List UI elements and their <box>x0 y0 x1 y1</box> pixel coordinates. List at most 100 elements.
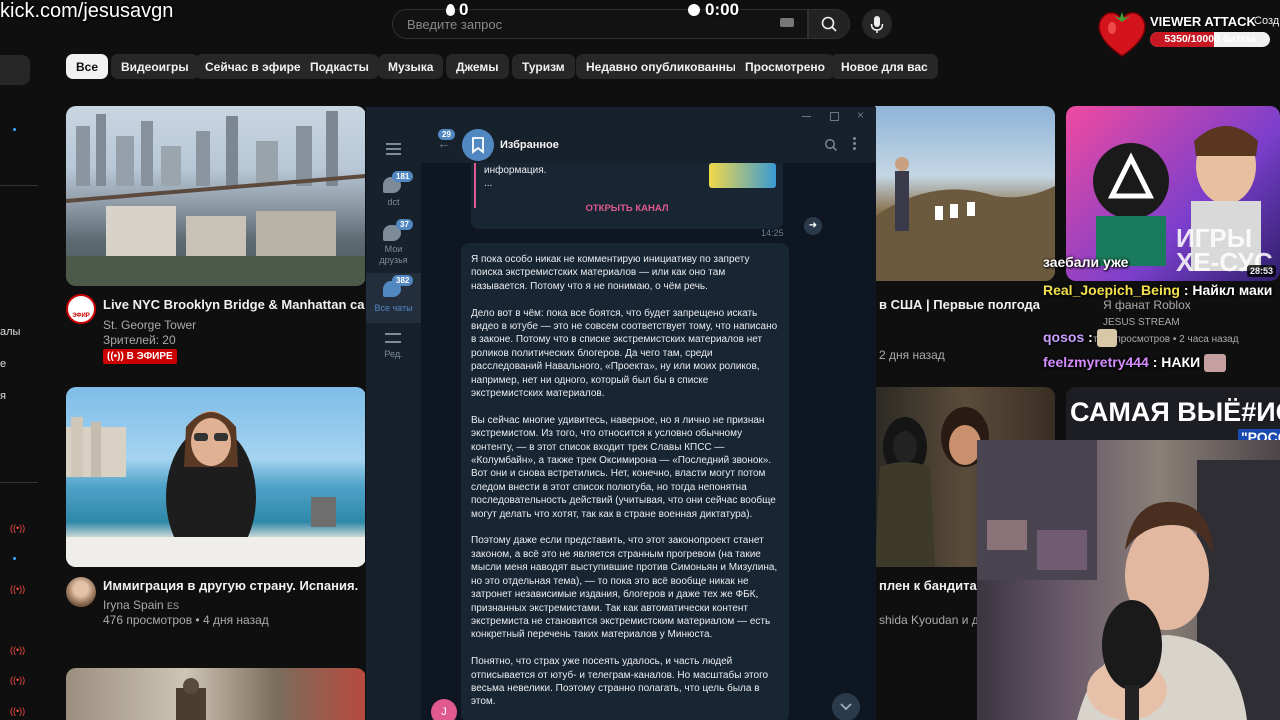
video-channel[interactable]: Iryna Spain ES <box>103 598 179 612</box>
chat-message-text: : <box>1088 329 1093 345</box>
message-text: информация. <box>484 165 547 176</box>
saved-messages-avatar[interactable] <box>462 129 494 161</box>
message-paragraph: Поэтому даже если представить, что этот … <box>471 535 778 641</box>
folder-friends[interactable]: 37 Мои друзья <box>366 219 421 275</box>
unread-badge: 29 <box>438 129 455 140</box>
keyboard-icon[interactable] <box>780 18 794 27</box>
close-icon[interactable]: × <box>857 108 864 122</box>
message-paragraph: Вы сейчас многие удивитесь, наверное, но… <box>471 414 776 520</box>
nyc-skyline-image <box>66 111 366 286</box>
live-badge: ((•)) В ЭФИРЕ <box>103 349 177 364</box>
drop-icon <box>446 4 455 16</box>
minimize-icon[interactable] <box>802 116 811 117</box>
channel-name[interactable]: JESUS STREAM <box>1103 317 1180 328</box>
sidebar-label-partial[interactable]: алы <box>0 326 20 338</box>
duration-badge: 28:53 <box>1246 265 1276 277</box>
chip-3[interactable]: Подкасты <box>300 54 379 79</box>
sliders-icon <box>385 333 401 343</box>
video-channel[interactable]: St. George Tower <box>103 318 196 332</box>
open-channel-button[interactable]: ОТКРЫТЬ КАНАЛ <box>471 203 783 214</box>
folder-label: Все чаты <box>374 303 413 313</box>
folder-label: dct <box>387 197 400 207</box>
folder-badge: 37 <box>396 219 413 230</box>
stream-chat-message: заебали уже <box>1043 254 1128 270</box>
live-indicator-icon: ((•)) <box>10 584 26 594</box>
telegram-window: × 181 dct 37 Мои друзья 382 Все чаты Ред… <box>365 106 876 720</box>
folder-badge: 382 <box>392 275 414 286</box>
search-button[interactable] <box>808 9 850 39</box>
video-title[interactable]: в США | Первые полгода <box>879 297 1040 312</box>
news-thumb-text: САМАЯ ВЫЁ#ИСТА <box>1070 397 1280 427</box>
chip-2[interactable]: Сейчас в эфире <box>195 54 311 79</box>
video-thumbnail-statue[interactable] <box>66 668 366 720</box>
channel-name: Iryna Spain <box>103 598 164 612</box>
chip-6[interactable]: Туризм <box>512 54 575 79</box>
live-indicator-icon: ((•)) <box>10 523 26 533</box>
video-title[interactable]: Иммиграция в другую страну. Испания. <box>103 578 358 593</box>
video-thumbnail-news[interactable]: САМАЯ ВЫЁ#ИСТА "РОСС <box>1066 387 1280 447</box>
voice-search-button[interactable] <box>862 9 892 39</box>
chip-8[interactable]: Просмотрено <box>735 54 836 79</box>
viewer-attack-progress-text: 5350/10000 битсы <box>1164 33 1256 45</box>
folders-sidebar: 181 dct 37 Мои друзья 382 Все чаты Ред. <box>366 127 421 720</box>
preview-image <box>709 163 776 188</box>
sidebar-dot <box>13 557 16 560</box>
video-thumbnail-nyc[interactable] <box>66 106 366 286</box>
chip-4[interactable]: Музыка <box>378 54 444 79</box>
chip-0[interactable]: Все <box>66 54 109 79</box>
folder-label: Ред. <box>384 349 403 359</box>
folder-label: Мои друзья <box>379 244 408 265</box>
chat-header: ← 29 Избранное <box>421 127 876 163</box>
sidebar-label-partial[interactable]: е <box>0 358 6 370</box>
sender-avatar[interactable]: J <box>431 699 457 720</box>
chip-7[interactable]: Недавно опубликованные <box>576 54 753 79</box>
folder-badge: 181 <box>392 171 414 182</box>
channel-suffix: ES <box>167 601 180 611</box>
timer-overlay: 0:00 <box>688 0 739 20</box>
stream-chat-message: qosos : <box>1043 329 1117 348</box>
menu-icon[interactable] <box>386 143 401 155</box>
message-accent-bar <box>474 163 476 208</box>
chevron-down-icon <box>840 703 852 711</box>
bookmark-icon <box>472 137 484 154</box>
video-thumbnail-spain[interactable] <box>66 387 366 567</box>
folder-edit[interactable]: Ред. <box>366 329 421 369</box>
sidebar-divider <box>0 185 38 186</box>
chat-username: Real_Joepich_Being <box>1043 282 1180 298</box>
chip-5[interactable]: Джемы <box>446 54 509 79</box>
streamer-image <box>977 440 1280 720</box>
viewer-attack-widget: VIEWER ATTACK 5350/10000 битсы <box>1094 8 1270 58</box>
sidebar-divider <box>0 482 38 483</box>
maximize-icon[interactable] <box>830 112 839 121</box>
video-thumbnail-hollywood[interactable] <box>875 106 1055 281</box>
emote-icon <box>1204 354 1227 373</box>
chip-9[interactable]: Новое для вас <box>831 54 938 79</box>
scroll-down-button[interactable] <box>832 693 860 720</box>
sidebar-label-partial[interactable]: я <box>0 390 6 402</box>
live-badge-label: В ЭФИРЕ <box>126 351 173 362</box>
channel-avatar[interactable] <box>66 577 96 607</box>
forward-share-icon[interactable]: ➜ <box>804 217 822 235</box>
live-indicator-icon: ((•)) <box>10 645 26 655</box>
streamer-webcam <box>977 440 1280 720</box>
emote-icon <box>1096 329 1117 348</box>
more-options-icon[interactable] <box>853 137 856 150</box>
folder-all-chats[interactable]: 382 Все чаты <box>366 273 421 323</box>
stream-url-overlay: kick.com/jesusavgn <box>0 0 174 22</box>
channel-avatar[interactable]: ЭФИР <box>66 294 96 324</box>
live-indicator-icon: ((•)) <box>10 706 26 716</box>
message-ellipsis: ... <box>484 178 493 189</box>
stopwatch-icon <box>688 4 700 16</box>
chip-1[interactable]: Видеоигры <box>111 54 199 79</box>
message-time: 14:25 <box>761 228 784 238</box>
stream-chat-message: Real_Joepich_Being : Найкл маки <box>1043 279 1280 301</box>
sidebar-selected-item[interactable] <box>0 55 30 85</box>
video-stats: 2 дня назад <box>879 348 945 362</box>
chat-title[interactable]: Избранное <box>500 139 559 151</box>
window-titlebar: × <box>366 107 876 127</box>
search-icon[interactable] <box>824 138 838 152</box>
message-bubble: Я пока особо никак не комментирую инициа… <box>461 243 789 720</box>
video-title[interactable]: Live NYC Brooklyn Bridge & Manhattan cam <box>103 297 376 312</box>
video-viewers: Зрителей: 20 <box>103 333 176 347</box>
chat-username: feelzmyretry444 <box>1043 354 1149 370</box>
